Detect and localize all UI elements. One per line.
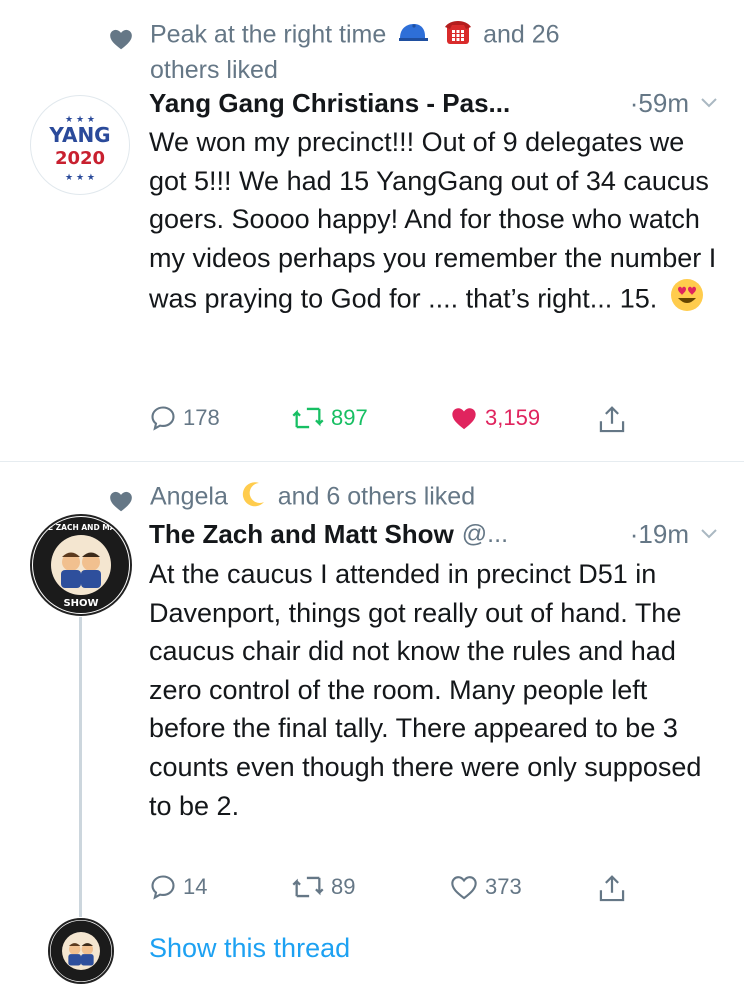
tweet-text: At the caucus I attended in precinct D51… xyxy=(149,555,724,825)
like-button[interactable]: 3,159 xyxy=(449,404,540,432)
heart-outline-icon xyxy=(451,876,477,900)
reply-count: 14 xyxy=(183,874,208,899)
heart-eyes-emoji xyxy=(669,277,705,324)
cap-emoji xyxy=(397,20,429,52)
like-button[interactable]: 373 xyxy=(449,873,522,901)
liked-by-text: Angela and 6 others liked xyxy=(150,480,620,516)
share-icon xyxy=(599,406,625,433)
timestamp[interactable]: ·59m xyxy=(630,88,689,119)
retweet-count: 89 xyxy=(331,874,356,899)
avatar-line1: YANG xyxy=(48,123,110,147)
liked-by-row: Angela and 6 others liked xyxy=(108,480,620,516)
chevron-down-icon[interactable] xyxy=(699,524,719,544)
show-thread-link[interactable]: Show this thread xyxy=(149,933,350,964)
reply-button[interactable]: 178 xyxy=(149,404,220,432)
reply-icon xyxy=(151,875,175,900)
liked-by-row: Peak at the right time and 26 others lik… xyxy=(108,18,620,86)
reply-icon xyxy=(151,406,175,431)
retweet-button[interactable]: 89 xyxy=(291,873,355,901)
avatar-zach-and-matt[interactable]: THE ZACH AND MATT SHOW xyxy=(30,514,132,616)
tweet-1[interactable]: Peak at the right time and 26 others lik… xyxy=(0,0,744,460)
avatar-line1: THE ZACH AND MATT xyxy=(37,523,127,532)
tweet-actions: 14 89 373 xyxy=(149,873,649,913)
tweet-text-content: We won my precinct!!! Out of 9 delegates… xyxy=(149,127,717,314)
avatar-line2: 2020 xyxy=(55,148,105,169)
retweet-icon xyxy=(292,876,324,898)
display-name[interactable]: Yang Gang Christians - Pas... xyxy=(149,88,510,119)
liked-by-suffix: and 6 others liked xyxy=(277,482,476,511)
tweet-text-content: At the caucus I attended in precinct D51… xyxy=(149,559,702,821)
retweet-count: 897 xyxy=(331,405,368,430)
heart-icon xyxy=(110,29,132,50)
thread-connector-line xyxy=(79,617,82,917)
like-count: 373 xyxy=(485,874,522,899)
avatar-line2: SHOW xyxy=(63,598,98,609)
handle[interactable]: @... xyxy=(462,520,508,549)
telephone-emoji xyxy=(444,18,472,54)
share-icon xyxy=(599,875,625,902)
svg-text:★ ★ ★: ★ ★ ★ xyxy=(65,173,95,183)
crescent-moon-emoji xyxy=(239,480,267,516)
tweet-header: The Zach and Matt Show @... ·19m xyxy=(149,515,719,553)
chevron-down-icon[interactable] xyxy=(699,93,719,113)
share-button[interactable] xyxy=(597,873,633,905)
share-button[interactable] xyxy=(597,404,633,436)
tweet-2[interactable]: Angela and 6 others liked THE ZACH AND M… xyxy=(0,462,744,991)
liked-by-text: Peak at the right time and 26 others lik… xyxy=(150,18,620,86)
heart-icon xyxy=(110,491,132,512)
reply-count: 178 xyxy=(183,405,220,430)
timestamp[interactable]: ·19m xyxy=(630,519,689,550)
tweet-text: We won my precinct!!! Out of 9 delegates… xyxy=(149,123,724,324)
like-count: 3,159 xyxy=(485,405,541,430)
tweet-header: Yang Gang Christians - Pas... ·59m xyxy=(149,84,719,122)
tweet-actions: 178 897 3,159 xyxy=(149,404,649,444)
liked-by-name[interactable]: Peak at the right time xyxy=(150,21,386,49)
display-name[interactable]: The Zach and Matt Show xyxy=(149,519,454,550)
retweet-button[interactable]: 897 xyxy=(291,404,368,432)
heart-filled-icon xyxy=(452,408,476,430)
liked-by-name[interactable]: Angela xyxy=(150,483,228,511)
avatar-zach-and-matt-small[interactable] xyxy=(48,918,114,984)
retweet-icon xyxy=(292,407,324,429)
avatar-yang-gang[interactable]: ★ ★ ★ YANG 2020 ★ ★ ★ xyxy=(30,95,130,195)
reply-button[interactable]: 14 xyxy=(149,873,207,901)
